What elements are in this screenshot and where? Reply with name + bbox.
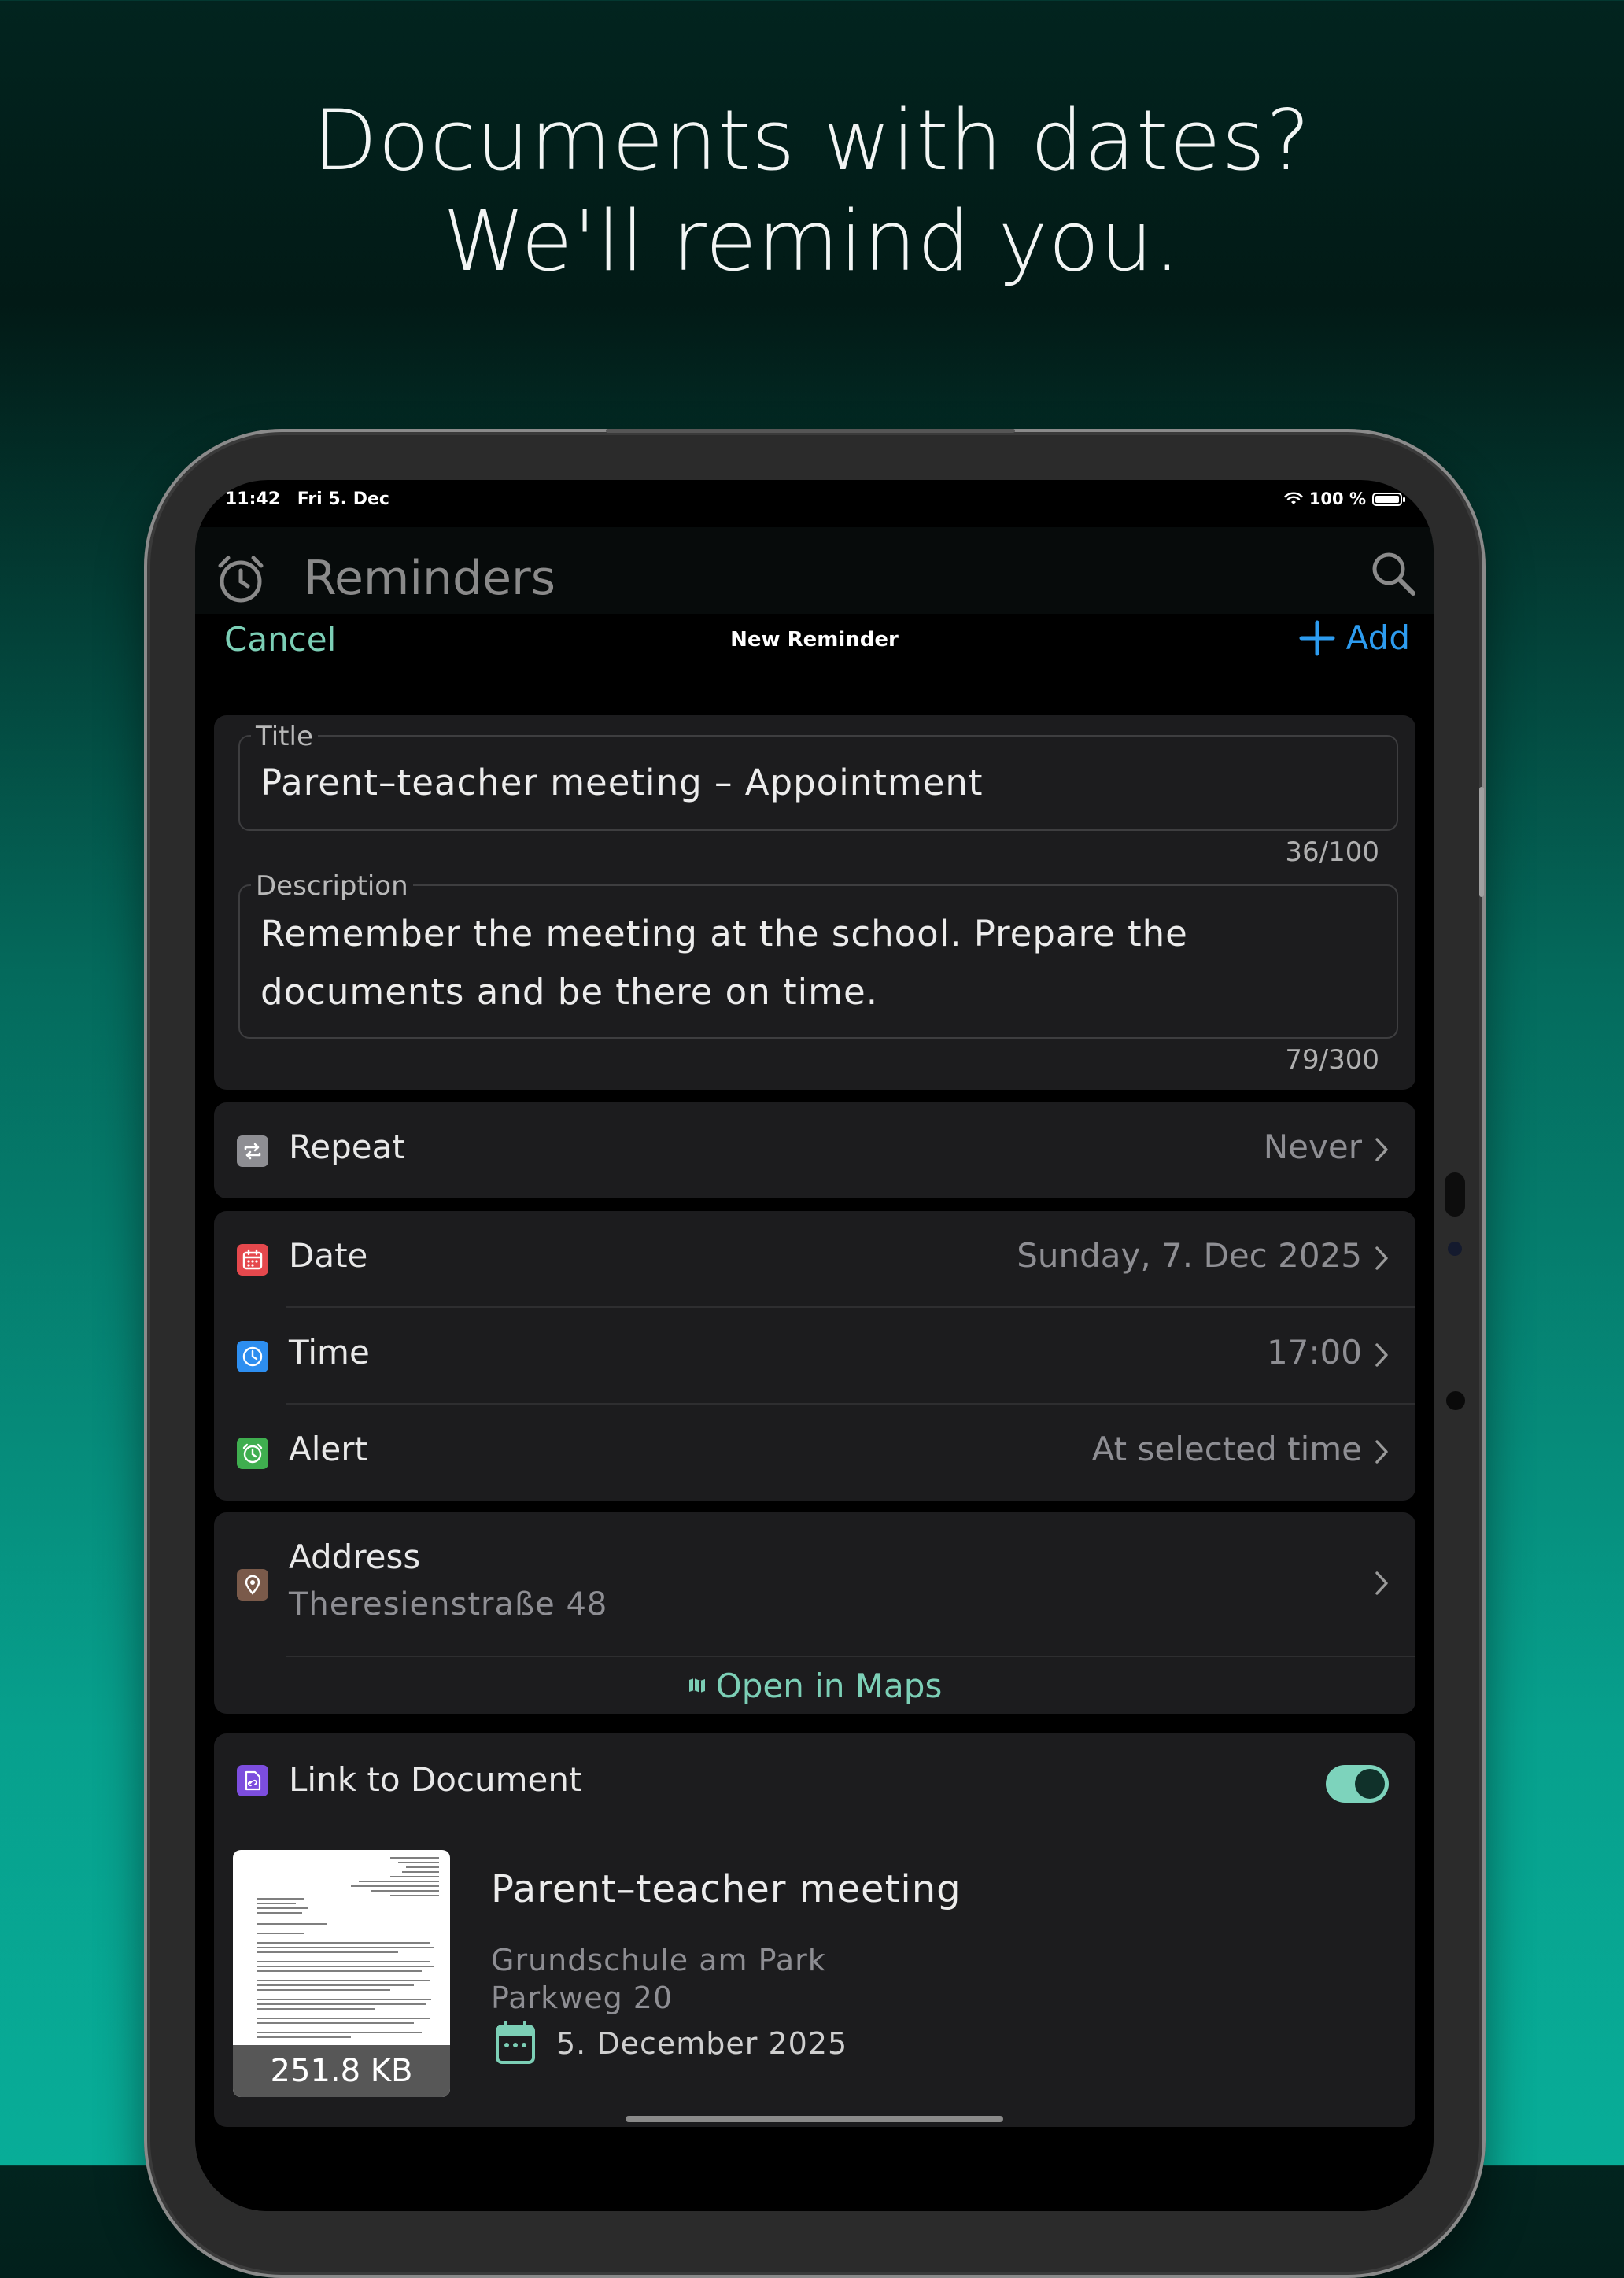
status-bar-right: 100 % xyxy=(1284,489,1405,508)
time-label: Time xyxy=(289,1333,370,1372)
battery-percentage: 100 % xyxy=(1308,489,1366,508)
link-document-card: Link to Document 251.8 KB Parent–teacher… xyxy=(214,1733,1415,2127)
chevron-right-icon xyxy=(1375,1571,1388,1595)
marketing-headline: Documents with dates? We'll remind you. xyxy=(0,90,1624,292)
search-icon[interactable] xyxy=(1369,549,1418,598)
repeat-value: Never xyxy=(1263,1128,1362,1166)
description-field[interactable]: Description Remember the meeting at the … xyxy=(238,870,1398,1039)
power-button xyxy=(606,429,1015,433)
plus-icon xyxy=(1299,620,1335,655)
calendar-icon xyxy=(237,1244,268,1276)
status-date: Fri 5. Dec xyxy=(297,489,389,509)
schedule-card: Date Sunday, 7. Dec 2025 Time 17:00 Aler… xyxy=(214,1211,1415,1501)
sensor-dot xyxy=(1446,1391,1465,1410)
document-preview-image xyxy=(257,1857,439,2038)
address-row[interactable]: Address Theresienstraße 48 xyxy=(214,1512,1415,1656)
time-row[interactable]: Time 17:00 xyxy=(214,1308,1415,1404)
status-time: 11:42 xyxy=(225,489,281,509)
alarm-icon xyxy=(237,1438,268,1469)
alert-value: At selected time xyxy=(1091,1430,1362,1468)
document-thumbnail[interactable]: 251.8 KB xyxy=(233,1850,450,2097)
title-character-counter: 36/100 xyxy=(1285,836,1379,868)
date-label: Date xyxy=(289,1236,368,1275)
map-icon xyxy=(688,1678,705,1693)
sheet-title: New Reminder xyxy=(730,628,899,652)
date-value: Sunday, 7. Dec 2025 xyxy=(1017,1236,1362,1275)
location-pin-icon xyxy=(237,1569,268,1601)
open-in-maps-button[interactable]: Open in Maps xyxy=(214,1657,1415,1714)
document-line-1: Grundschule am Park xyxy=(491,1943,826,1977)
document-file-size: 251.8 KB xyxy=(233,2045,450,2097)
title-field[interactable]: Title Parent–teacher meeting – Appointme… xyxy=(238,721,1398,831)
repeat-label: Repeat xyxy=(289,1128,405,1166)
link-document-row: Link to Document xyxy=(214,1743,1415,1822)
description-line-1: Remember the meeting at the school. Prep… xyxy=(260,913,1188,954)
chevron-right-icon xyxy=(1375,1138,1388,1161)
document-link-icon xyxy=(237,1765,268,1796)
add-button[interactable]: Add xyxy=(1299,618,1410,657)
camera-dot xyxy=(1448,1242,1462,1256)
description-line-2: documents and be there on time. xyxy=(260,971,878,1013)
new-reminder-sheet: Cancel New Reminder Add Title Parent–tea… xyxy=(195,614,1434,2211)
link-document-label: Link to Document xyxy=(289,1760,582,1799)
battery-icon xyxy=(1372,492,1405,506)
document-date: 5. December 2025 xyxy=(556,2026,848,2061)
address-value: Theresienstraße 48 xyxy=(289,1586,608,1623)
headline-line-1: Documents with dates? xyxy=(312,92,1312,189)
description-field-label: Description xyxy=(251,870,413,902)
repeat-row[interactable]: Repeat Never xyxy=(214,1102,1415,1198)
date-row[interactable]: Date Sunday, 7. Dec 2025 xyxy=(214,1211,1415,1307)
clock-icon xyxy=(237,1341,268,1372)
reminders-title: Reminders xyxy=(304,551,555,606)
alert-row[interactable]: Alert At selected time xyxy=(214,1405,1415,1501)
headline-line-2: We'll remind you. xyxy=(442,193,1182,290)
add-label: Add xyxy=(1345,618,1410,657)
address-label: Address xyxy=(289,1538,421,1576)
title-field-value: Parent–teacher meeting – Appointment xyxy=(260,762,984,803)
title-field-label: Title xyxy=(251,721,318,752)
chevron-right-icon xyxy=(1375,1440,1388,1464)
text-fields-card: Title Parent–teacher meeting – Appointme… xyxy=(214,715,1415,1090)
volume-button xyxy=(1479,787,1484,897)
alert-label: Alert xyxy=(289,1430,367,1468)
alarm-clock-icon xyxy=(218,556,264,603)
chevron-right-icon xyxy=(1375,1246,1388,1270)
description-character-counter: 79/300 xyxy=(1285,1044,1379,1076)
repeat-card: Repeat Never xyxy=(214,1102,1415,1198)
wifi-icon xyxy=(1284,492,1303,504)
document-line-2: Parkweg 20 xyxy=(491,1981,674,2015)
status-bar-left: 11:42 Fri 5. Dec xyxy=(225,489,389,509)
home-indicator[interactable] xyxy=(626,2116,1003,2122)
link-document-toggle[interactable] xyxy=(1326,1765,1389,1803)
document-title: Parent–teacher meeting xyxy=(491,1867,961,1911)
tablet-screen: 11:42 Fri 5. Dec 100 % Reminders Cancel … xyxy=(195,480,1434,2211)
time-value: 17:00 xyxy=(1266,1333,1362,1372)
open-in-maps-label: Open in Maps xyxy=(715,1666,943,1705)
magnetic-connector xyxy=(1445,1172,1465,1217)
repeat-icon xyxy=(237,1135,268,1167)
address-card: Address Theresienstraße 48 Open in Maps xyxy=(214,1512,1415,1714)
calendar-icon xyxy=(496,2021,535,2064)
chevron-right-icon xyxy=(1375,1343,1388,1367)
